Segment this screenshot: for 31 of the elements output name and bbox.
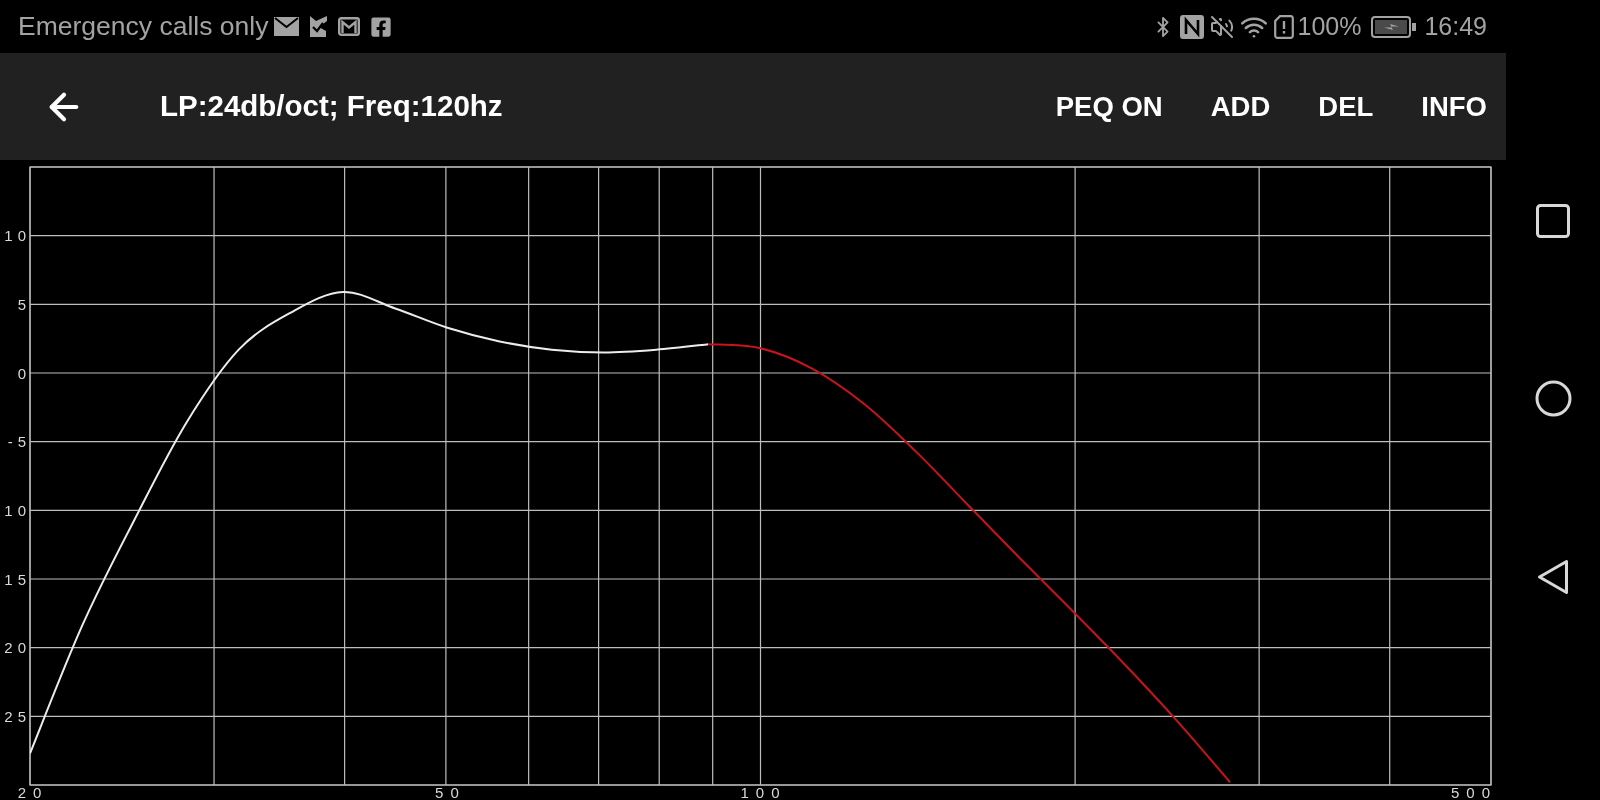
battery-charging-icon: [1371, 15, 1417, 38]
toolbar-action-button[interactable]: INFO: [1397, 53, 1506, 160]
facebook-icon: [370, 15, 393, 38]
envelope-icon: [274, 17, 300, 36]
y-axis-label: 25: [4, 707, 31, 725]
y-axis-label: -5: [7, 433, 31, 451]
mute-icon: [1210, 14, 1235, 39]
x-axis-label: 20: [17, 784, 49, 800]
battery-percent: 100%: [1297, 10, 1362, 42]
filter-title: LP:24db/oct; Freq:120hz: [160, 88, 503, 125]
x-axis-label: 100: [740, 784, 787, 800]
y-axis-label: 10: [4, 501, 31, 519]
clock-time: 16:49: [1424, 10, 1487, 42]
y-axis-label: 10: [4, 227, 31, 245]
y-axis-label: 5: [17, 295, 31, 313]
carrier-status: Emergency calls only: [18, 9, 269, 43]
y-axis-label: 0: [17, 364, 31, 382]
x-axis-label: 500: [1450, 784, 1497, 800]
toolbar-action-button[interactable]: DEL: [1294, 53, 1398, 160]
x-axis-label: 50: [435, 784, 466, 800]
recents-square-icon[interactable]: [1536, 204, 1570, 238]
y-axis-label: 20: [4, 639, 31, 657]
checkmark-tile-icon: [309, 16, 329, 37]
sim-alert-icon: [1274, 14, 1295, 39]
toolbar-action-button[interactable]: PEQ ON: [1031, 53, 1187, 160]
mail-icon: [338, 17, 361, 36]
home-circle-icon[interactable]: [1534, 380, 1572, 417]
back-triangle-icon[interactable]: [1537, 559, 1569, 595]
toolbar-action-button[interactable]: ADD: [1186, 53, 1295, 160]
y-axis-label: 15: [4, 570, 31, 588]
nfc-icon: [1180, 14, 1205, 39]
